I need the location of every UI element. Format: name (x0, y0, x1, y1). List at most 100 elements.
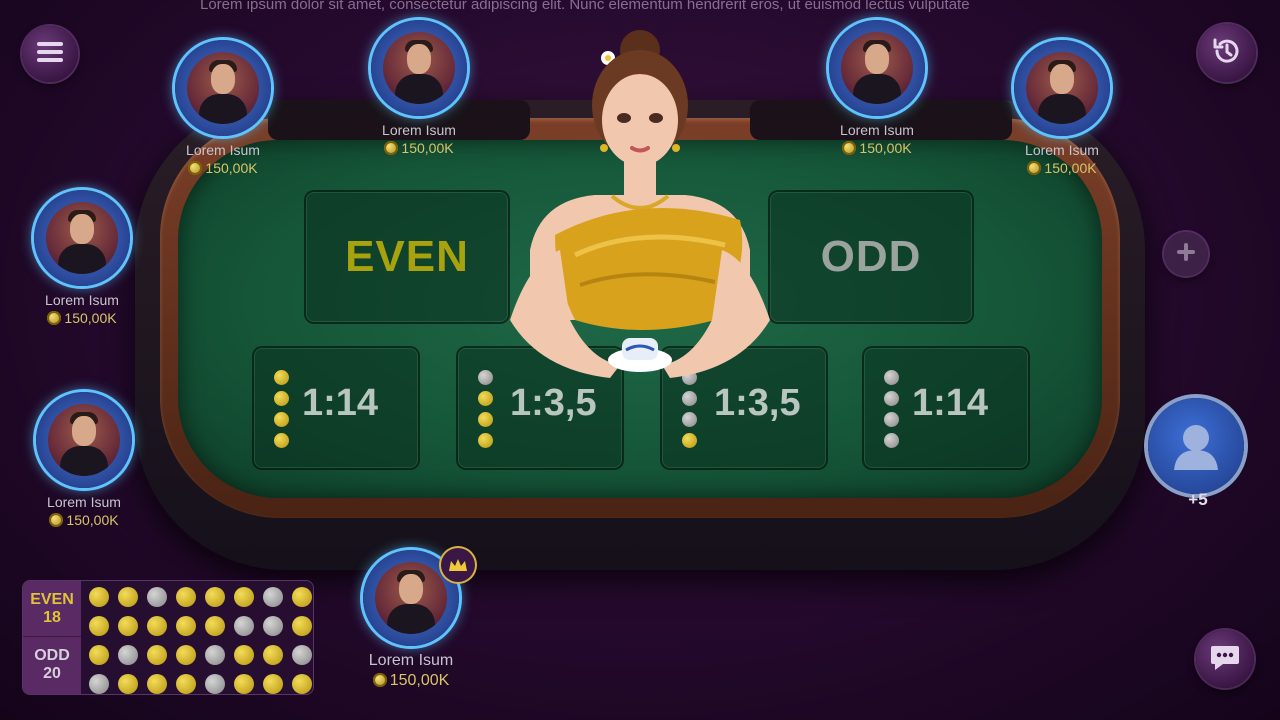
gold-result-dot (263, 674, 283, 694)
gold-result-dot (89, 645, 109, 665)
coin-icon (49, 513, 64, 527)
gold-result-dot (176, 645, 196, 665)
avatar (1014, 40, 1110, 136)
gold-result-dot (176, 587, 196, 607)
grey-result-dot (205, 674, 225, 694)
odds-bet-area-4[interactable]: 1:14 (862, 346, 1030, 470)
avatar (829, 20, 925, 116)
plus-icon (1175, 241, 1197, 268)
gold-dot (274, 391, 289, 406)
even-bet-area[interactable]: EVEN (304, 190, 510, 324)
odds-label: 1:14 (912, 382, 989, 424)
player-name: Lorem Isum (368, 652, 454, 669)
coin-amount: 150,00K (859, 140, 912, 156)
grey-result-dot (89, 674, 109, 694)
avatar (371, 20, 467, 116)
history-grid (89, 587, 313, 694)
player-seat-5[interactable]: Lorem Isum 150,00K (22, 190, 142, 326)
gold-result-dot (263, 645, 283, 665)
gold-result-dot (292, 616, 312, 636)
spectator-count: +5 (1188, 490, 1208, 509)
menu-button[interactable] (22, 26, 78, 82)
menu-icon (37, 41, 63, 68)
history-labels: EVEN 18 ODD 20 (23, 581, 81, 694)
player-name: Lorem Isum (840, 122, 914, 138)
gold-result-dot (176, 674, 196, 694)
grey-result-dot (205, 645, 225, 665)
grey-dot (682, 412, 697, 427)
add-seat-button[interactable] (1164, 232, 1208, 276)
history-odd-label: ODD (34, 647, 70, 664)
grey-result-dot (147, 587, 167, 607)
gold-result-dot (147, 616, 167, 636)
gold-result-dot (234, 674, 254, 694)
player-seat-4[interactable]: Lorem Isum 150,00K (1002, 40, 1122, 176)
coin-amount: 150,00K (1044, 160, 1097, 176)
dice-dots (478, 370, 496, 454)
player-name: Lorem Isum (45, 292, 119, 308)
gold-result-dot (234, 645, 254, 665)
player-seat-2[interactable]: Lorem Isum 150,00K (359, 20, 479, 156)
player-coins: 150,00K (359, 140, 479, 156)
player-name: Lorem Isum (382, 122, 456, 138)
player-name: Lorem Isum (186, 142, 260, 158)
gold-dot (682, 433, 697, 448)
player-seat-3[interactable]: Lorem Isum 150,00K (817, 20, 937, 156)
grey-result-dot (292, 645, 312, 665)
odds-bet-area-1[interactable]: 1:14 (252, 346, 420, 470)
avatar (175, 40, 271, 136)
gold-result-dot (205, 616, 225, 636)
coin-icon (372, 673, 387, 687)
gold-result-dot (118, 674, 138, 694)
spectators-button[interactable]: +5 (1148, 398, 1248, 510)
grey-dot (884, 433, 899, 448)
user-icon (1148, 398, 1244, 494)
coin-icon (188, 161, 203, 175)
player-coins: 150,00K (24, 512, 144, 528)
avatar (36, 392, 132, 488)
history-odd-count: 20 (43, 665, 61, 682)
gold-dot (274, 370, 289, 385)
gold-result-dot (89, 616, 109, 636)
odd-label: ODD (820, 232, 922, 281)
coin-amount: 150,00K (205, 160, 258, 176)
history-button[interactable] (1198, 24, 1256, 82)
player-coins: 150,00K (817, 140, 937, 156)
grey-dot (884, 391, 899, 406)
grey-result-dot (263, 587, 283, 607)
player-seat-self[interactable]: Lorem Isum 150,00K (351, 548, 475, 690)
player-coins: 150,00K (351, 672, 471, 690)
coin-icon (384, 141, 399, 155)
grey-dot (478, 370, 493, 385)
odds-label: 1:3,5 (714, 382, 801, 424)
marquee-text: Lorem ipsum dolor sit amet, consectetur … (200, 0, 970, 13)
chat-button[interactable] (1196, 630, 1254, 688)
player-seat-6[interactable]: Lorem Isum 150,00K (24, 392, 144, 528)
gold-dot (478, 412, 493, 427)
player-coins: 150,00K (22, 310, 142, 326)
gold-dot (274, 433, 289, 448)
results-history-panel: EVEN 18 ODD 20 (22, 580, 314, 695)
gold-result-dot (234, 587, 254, 607)
avatar (363, 548, 475, 646)
grey-result-dot (263, 616, 283, 636)
odd-bet-area[interactable]: ODD (768, 190, 974, 324)
grey-dot (884, 370, 899, 385)
gold-result-dot (118, 587, 138, 607)
player-coins: 150,00K (1002, 160, 1122, 176)
gold-result-dot (118, 616, 138, 636)
gold-result-dot (147, 645, 167, 665)
gold-result-dot (147, 674, 167, 694)
coin-amount: 150,00K (64, 310, 117, 326)
even-label: EVEN (345, 232, 469, 281)
chat-icon (1209, 642, 1241, 677)
coin-icon (842, 141, 857, 155)
coin-amount: 150,00K (66, 512, 119, 528)
gold-result-dot (205, 587, 225, 607)
player-seat-1[interactable]: Lorem Isum 150,00K (163, 40, 283, 176)
gold-dot (478, 433, 493, 448)
player-coins: 150,00K (163, 160, 283, 176)
history-even-label: EVEN (30, 591, 74, 608)
grey-dot (682, 391, 697, 406)
dice-dots (884, 370, 902, 454)
